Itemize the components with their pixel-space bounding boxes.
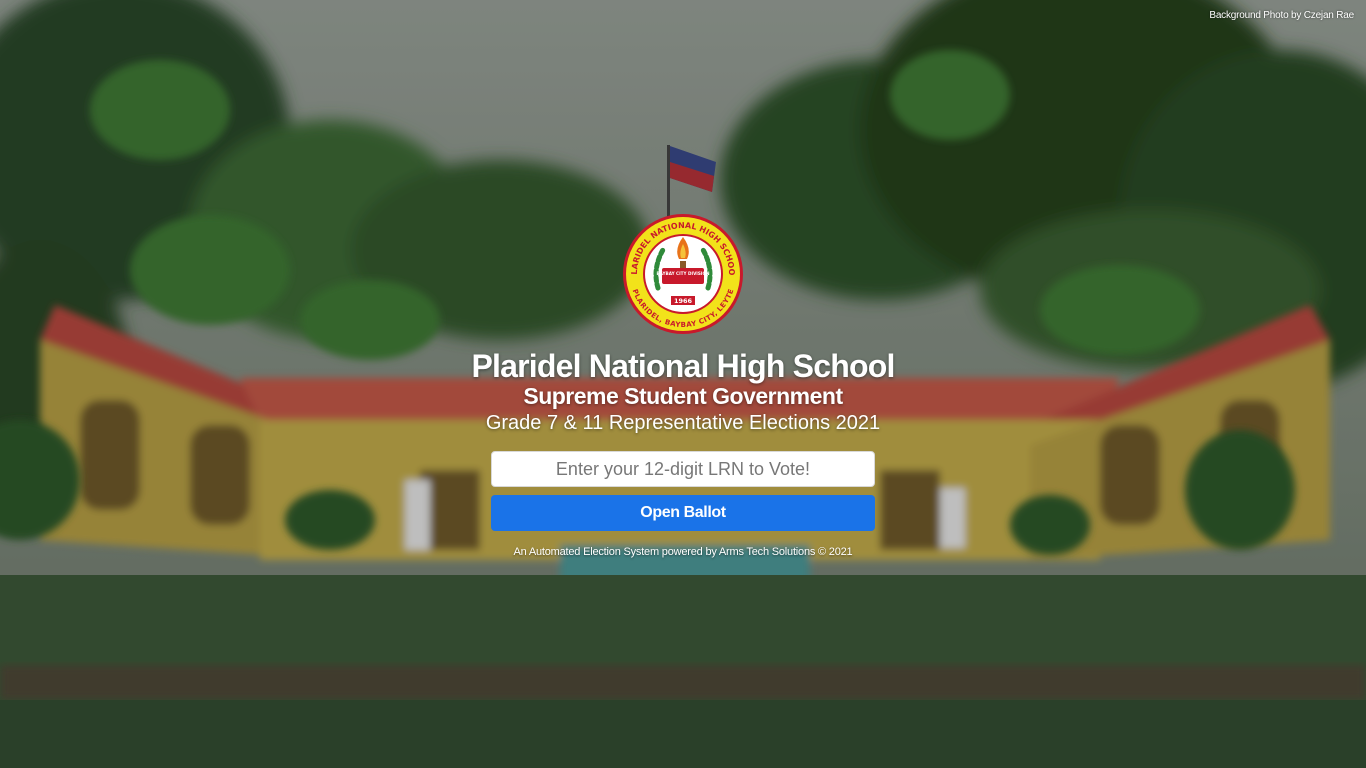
open-ballot-button[interactable]: Open Ballot xyxy=(491,495,875,531)
school-seal-logo: PLARIDEL NATIONAL HIGH SCHOOL PLARIDEL, … xyxy=(622,213,743,334)
footer-powered-by: An Automated Election System powered by … xyxy=(513,546,853,558)
seal-year: 1966 xyxy=(674,297,693,305)
organization-heading: Supreme Student Government xyxy=(523,383,843,409)
login-panel: PLARIDEL NATIONAL HIGH SCHOOL PLARIDEL, … xyxy=(0,0,1366,768)
school-name-heading: Plaridel National High School xyxy=(471,348,895,384)
login-page: Background Photo by Czejan Rae PLARIDEL … xyxy=(0,0,1366,768)
lrn-input[interactable] xyxy=(491,451,875,487)
seal-banner-text: BAYBAY CITY DIVISION xyxy=(656,271,710,276)
election-title: Grade 7 & 11 Representative Elections 20… xyxy=(485,412,881,434)
